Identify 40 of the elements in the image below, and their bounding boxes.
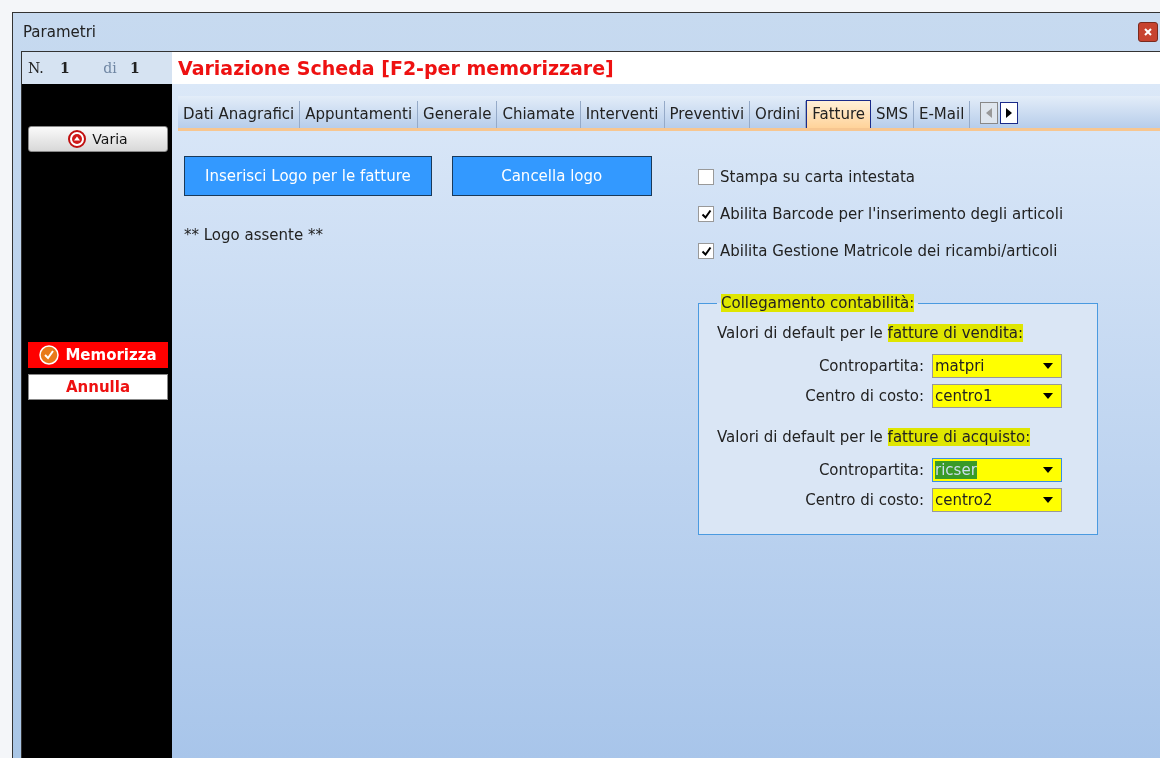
panel-title: Collegamento contabilità: [721, 294, 915, 312]
dropdown-arrow-icon [1043, 497, 1053, 503]
tab[interactable]: Fatture [806, 100, 871, 128]
checkbox[interactable] [698, 169, 714, 185]
scroll-right-icon[interactable] [1000, 102, 1019, 124]
check-icon [39, 345, 60, 365]
field-label: Contropartita: [818, 357, 924, 375]
checkbox[interactable] [698, 206, 714, 222]
form-heading: Variazione Scheda [F2-per memorizzare] [172, 52, 1160, 84]
field-label: Centro di costo: [805, 387, 924, 405]
tab[interactable]: Dati Anagrafici [178, 101, 301, 128]
dropdown-arrow-icon [1043, 467, 1053, 473]
checkbox-label: Stampa su carta intestata [720, 168, 915, 186]
tab[interactable]: E-Mail [913, 101, 971, 128]
checkbox[interactable] [698, 243, 714, 259]
checkbox-label: Abilita Gestione Matricole dei ricambi/articoli [720, 242, 1058, 260]
logo-status: ** Logo assente ** [184, 226, 324, 244]
tab[interactable]: Preventivi [664, 101, 751, 128]
edit-button[interactable]: Varia [28, 126, 168, 152]
field-label: Contropartita: [818, 461, 924, 479]
dropdown[interactable]: centro1 [932, 384, 1062, 408]
checkbox-label: Abilita Barcode per l'inserimento degli articoli [720, 205, 1064, 223]
record-label: N. [28, 60, 45, 76]
cancel-button[interactable]: Annulla [28, 374, 168, 400]
dropdown[interactable]: matpri [932, 354, 1062, 378]
tab[interactable]: Generale [418, 101, 498, 128]
window-title: Parametri [23, 23, 96, 41]
save-button[interactable]: Memorizza [28, 342, 168, 368]
tab[interactable]: Appuntamenti [300, 101, 419, 128]
record-number: 1 [60, 60, 71, 76]
dropdown-arrow-icon [1043, 363, 1053, 369]
record-total: 1 [130, 60, 140, 76]
dropdown[interactable]: centro2 [932, 488, 1062, 512]
record-separator: di [102, 60, 118, 76]
close-icon[interactable] [1138, 22, 1158, 42]
tab[interactable]: Chiamate [497, 101, 581, 128]
tab[interactable]: SMS [870, 101, 914, 128]
tab[interactable]: Interventi [580, 101, 665, 128]
dropdown-arrow-icon [1043, 393, 1053, 399]
field-label: Centro di costo: [805, 491, 924, 509]
